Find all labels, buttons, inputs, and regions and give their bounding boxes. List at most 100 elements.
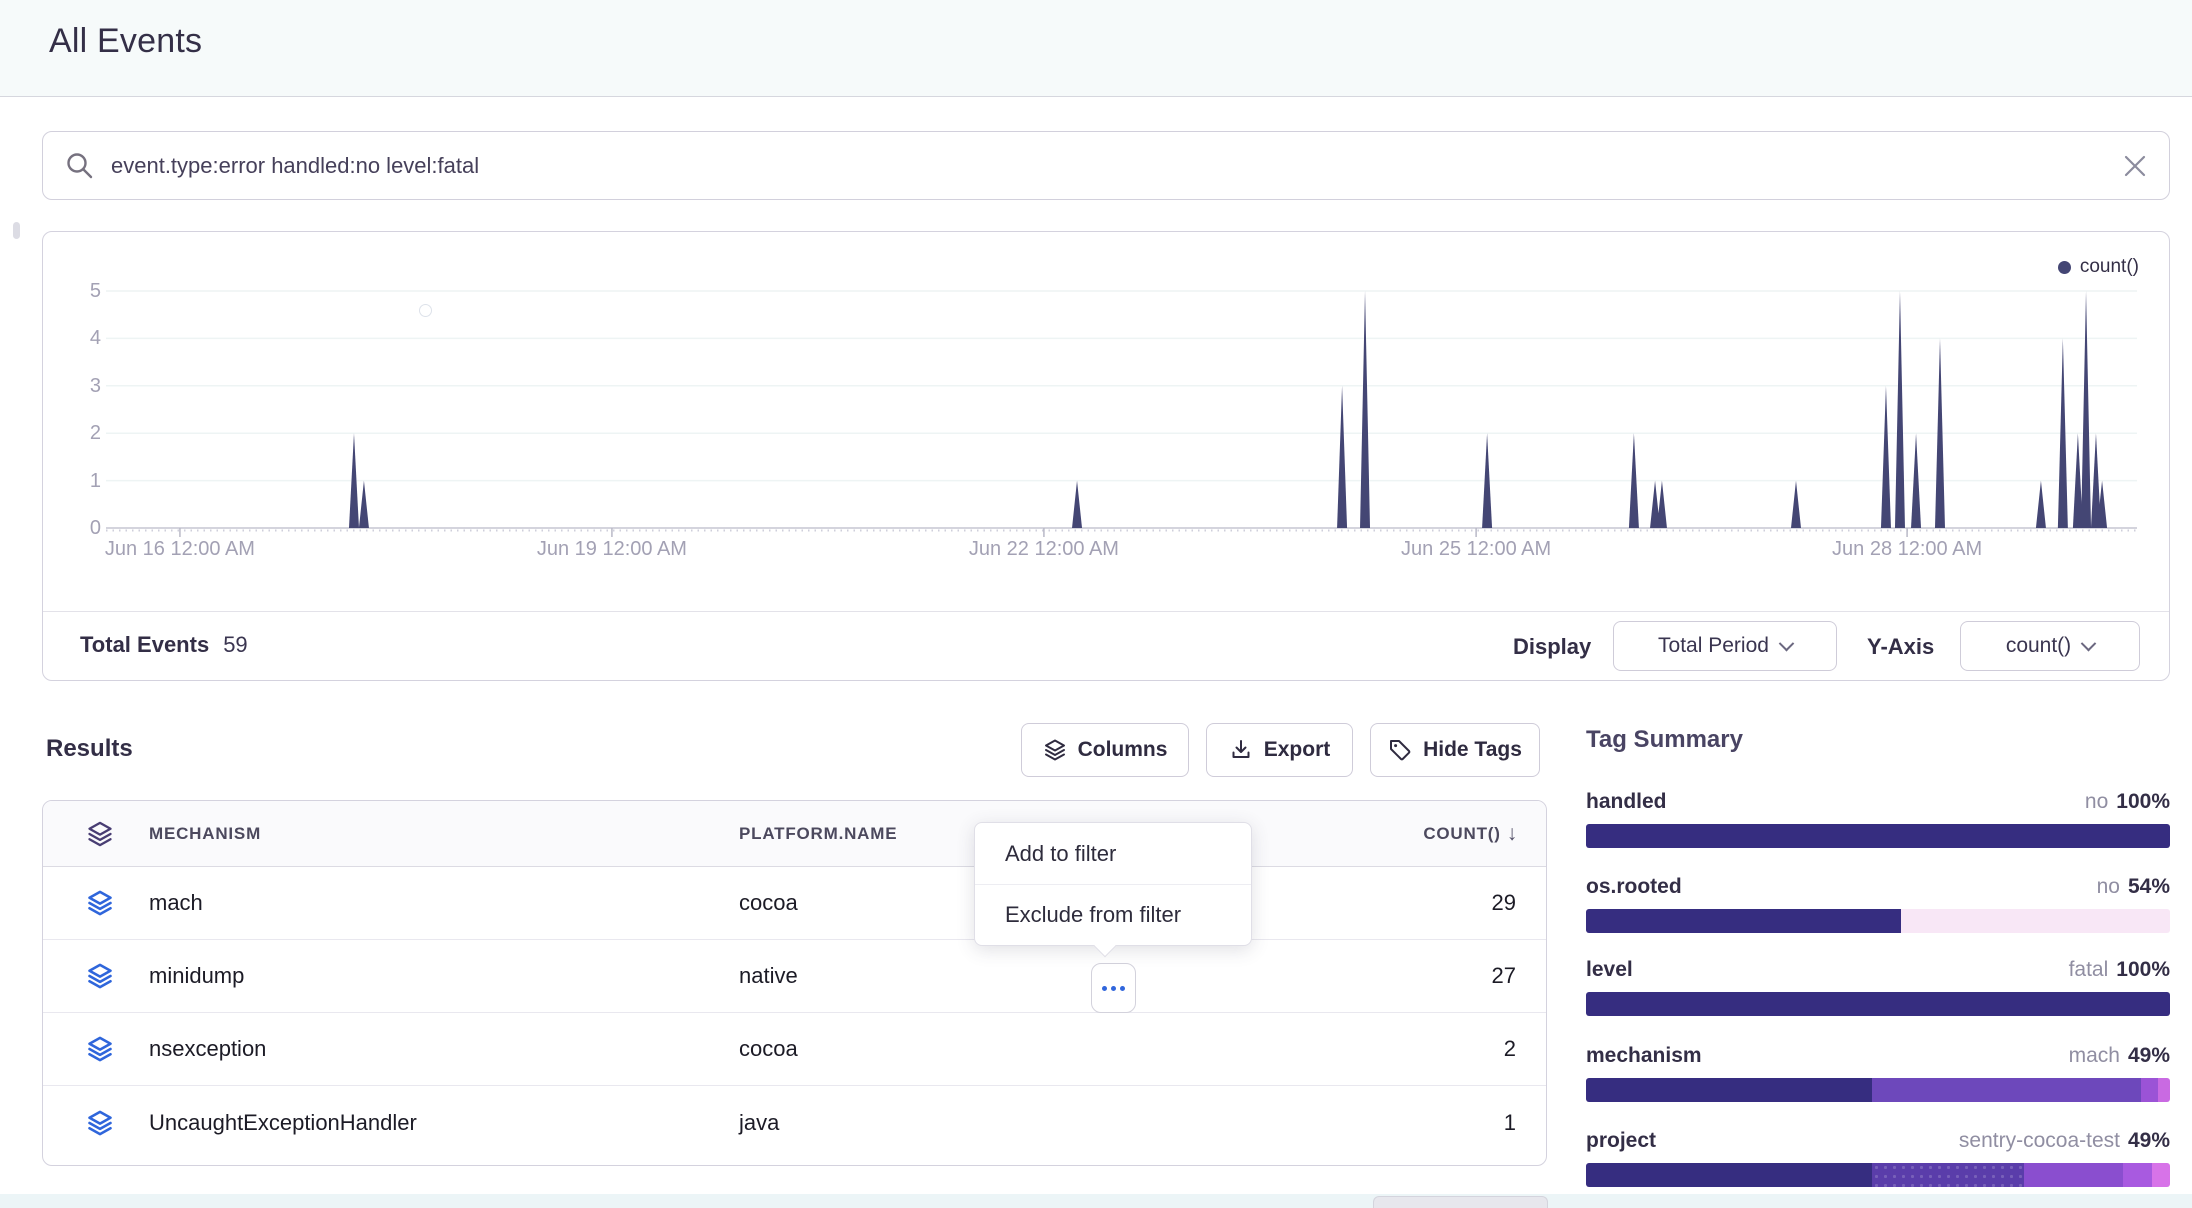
cell-mechanism[interactable]: mach [149, 867, 203, 939]
tag-percent: 49% [2128, 1044, 2170, 1067]
tag-top-value: no100% [2085, 790, 2170, 814]
table-row[interactable]: UncaughtExceptionHandler java 1 [43, 1086, 1546, 1159]
tag-distribution-bar[interactable] [1586, 824, 2170, 848]
cell-platform-name[interactable]: native [739, 940, 798, 1012]
tag-bar-segment[interactable] [1586, 1078, 1872, 1102]
column-header-count[interactable]: COUNT() ↓ [1423, 801, 1518, 866]
cell-count[interactable]: 1 [1504, 1086, 1516, 1159]
cell-context-menu: Add to filter Exclude from filter [974, 822, 1252, 946]
tag-bar-segment[interactable] [1872, 1078, 2141, 1102]
tag-bar-segment[interactable] [1586, 824, 2170, 848]
chevron-down-icon [2081, 635, 2097, 651]
export-button[interactable]: Export [1206, 723, 1353, 777]
events-chart-plot[interactable]: 012345 Jun 16 12:00 AMJun 19 12:00 AMJun… [43, 232, 2171, 612]
results-table: MECHANISM PLATFORM.NAME COUNT() ↓ mach c… [42, 800, 1547, 1166]
tag-key: project [1586, 1129, 1656, 1153]
tag-bar-segment[interactable] [2141, 1078, 2159, 1102]
y-axis-tick-label: 0 [53, 516, 101, 540]
pagination-buttons-partial[interactable] [1373, 1196, 1548, 1208]
yaxis-dropdown[interactable]: count() [1960, 621, 2140, 671]
x-axis-tick-label: Jun 16 12:00 AM [80, 538, 280, 561]
cell-count[interactable]: 27 [1492, 940, 1516, 1012]
page-header: All Events [0, 0, 2192, 97]
stack-icon [86, 1013, 116, 1085]
all-events-page: { "page": { "title": "All Events" }, "se… [0, 0, 2192, 1208]
tag-icon [1388, 738, 1412, 762]
hide-tags-button-label: Hide Tags [1423, 738, 1522, 762]
search-icon [65, 151, 95, 181]
results-title: Results [46, 735, 133, 763]
cell-count[interactable]: 2 [1504, 1013, 1516, 1085]
cell-mechanism[interactable]: nsexception [149, 1013, 266, 1085]
tag-summary-item-mechanism: mechanism mach49% [1586, 1044, 2170, 1102]
tag-percent: 49% [2128, 1129, 2170, 1152]
tag-bar-segment[interactable] [2024, 1163, 2123, 1187]
total-events-value: 59 [223, 632, 247, 657]
search-clear-button[interactable] [2115, 146, 2155, 186]
x-axis-tick-label: Jun 22 12:00 AM [944, 538, 1144, 561]
stack-icon [1043, 738, 1067, 762]
column-header-count-label: COUNT() [1423, 824, 1500, 844]
tag-key: handled [1586, 790, 1667, 814]
table-row[interactable]: nsexception cocoa 2 [43, 1013, 1546, 1086]
tag-bar-segment[interactable] [1586, 992, 2170, 1016]
y-axis-tick-label: 3 [53, 374, 101, 398]
display-dropdown-value: Total Period [1658, 634, 1769, 658]
column-header-mechanism[interactable]: MECHANISM [149, 801, 261, 866]
tag-bar-segment[interactable] [2123, 1163, 2152, 1187]
tag-distribution-bar[interactable] [1586, 1078, 2170, 1102]
y-axis-tick-label: 1 [53, 469, 101, 493]
display-dropdown[interactable]: Total Period [1613, 621, 1837, 671]
cell-mechanism[interactable]: minidump [149, 940, 244, 1012]
tag-summary-item-os-rooted: os.rooted no54% [1586, 875, 2170, 933]
tag-bar-segment[interactable] [1872, 1163, 2024, 1187]
total-events: Total Events59 [80, 632, 248, 658]
search-input[interactable] [111, 153, 2115, 179]
tag-percent: 100% [2116, 958, 2170, 981]
tag-bar-segment[interactable] [1586, 1163, 1872, 1187]
cell-platform-name[interactable]: java [739, 1086, 779, 1159]
columns-button[interactable]: Columns [1021, 723, 1189, 777]
tag-distribution-bar[interactable] [1586, 992, 2170, 1016]
stack-icon [86, 1086, 116, 1159]
y-axis-tick-label: 2 [53, 421, 101, 445]
cell-actions-ellipsis-button[interactable] [1091, 963, 1136, 1013]
ellipsis-dot-icon [1111, 986, 1116, 991]
tag-top-value: no54% [2097, 875, 2170, 899]
tag-summary-item-level: level fatal100% [1586, 958, 2170, 1016]
cell-platform-name[interactable]: cocoa [739, 867, 798, 939]
cell-platform-name[interactable]: cocoa [739, 1013, 798, 1085]
page-bottom-strip [0, 1194, 2192, 1208]
export-button-label: Export [1264, 738, 1331, 762]
cell-mechanism[interactable]: UncaughtExceptionHandler [149, 1086, 417, 1159]
tag-distribution-bar[interactable] [1586, 909, 2170, 933]
results-table-body: mach cocoa 29 minidump native 27 nsexcep… [43, 867, 1546, 1159]
tag-percent: 54% [2128, 875, 2170, 898]
tag-bar-segment[interactable] [1586, 909, 1901, 933]
tag-top-value: sentry-cocoa-test49% [1959, 1129, 2170, 1153]
hide-tags-button[interactable]: Hide Tags [1370, 723, 1540, 777]
columns-button-label: Columns [1078, 738, 1168, 762]
menu-item-exclude-from-filter[interactable]: Exclude from filter [975, 884, 1251, 945]
cell-count[interactable]: 29 [1492, 867, 1516, 939]
stack-icon[interactable] [86, 801, 114, 866]
column-header-platform-name[interactable]: PLATFORM.NAME [739, 801, 897, 866]
tag-distribution-bar[interactable] [1586, 1163, 2170, 1187]
table-row[interactable]: mach cocoa 29 [43, 867, 1546, 940]
table-row[interactable]: minidump native 27 [43, 940, 1546, 1013]
y-axis-tick-label: 5 [53, 279, 101, 303]
close-icon [2122, 153, 2148, 179]
search-bar [42, 131, 2170, 200]
y-axis-tick-label: 4 [53, 326, 101, 350]
menu-item-add-to-filter[interactable]: Add to filter [975, 823, 1251, 884]
x-axis-tick-label: Jun 25 12:00 AM [1376, 538, 1576, 561]
stack-icon [86, 867, 116, 939]
drag-handle-icon[interactable] [13, 222, 20, 239]
chart-marker-dot-icon [419, 304, 432, 317]
tag-bar-segment[interactable] [2158, 1078, 2170, 1102]
tag-key: os.rooted [1586, 875, 1682, 899]
tag-top-value: fatal100% [2069, 958, 2170, 982]
tag-bar-segment[interactable] [2152, 1163, 2170, 1187]
chevron-down-icon [1779, 635, 1795, 651]
tag-percent: 100% [2116, 790, 2170, 813]
